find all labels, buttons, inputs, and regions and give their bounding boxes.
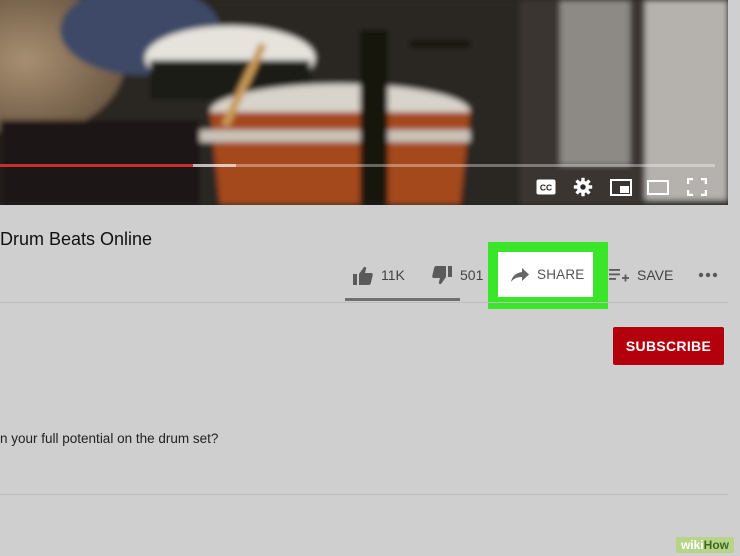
like-dislike-ratio-bar xyxy=(345,298,460,301)
video-player[interactable]: CC xyxy=(0,0,728,205)
progress-bar[interactable] xyxy=(0,164,715,167)
share-label: SHARE xyxy=(537,267,585,282)
like-button[interactable]: 11K xyxy=(353,262,405,288)
svg-text:CC: CC xyxy=(540,183,552,193)
save-button[interactable]: SAVE xyxy=(609,262,673,288)
playlist-add-icon xyxy=(609,269,629,282)
dislike-count: 501 xyxy=(460,267,484,283)
fullscreen-icon[interactable] xyxy=(685,175,709,199)
more-horizontal-icon xyxy=(698,272,718,278)
like-count: 11K xyxy=(381,267,405,283)
dislike-button[interactable]: 501 xyxy=(432,262,483,288)
captions-icon[interactable]: CC xyxy=(534,175,558,199)
description-divider xyxy=(0,494,728,495)
save-label: SAVE xyxy=(637,267,674,283)
thumbs-down-icon xyxy=(432,265,452,284)
section-divider xyxy=(0,302,728,303)
thumbs-up-icon xyxy=(353,266,373,285)
share-arrow-icon xyxy=(511,267,529,282)
wikihow-logo: wikiHow xyxy=(675,537,734,553)
video-description: n your full potential on the drum set? xyxy=(0,431,219,446)
settings-gear-icon[interactable] xyxy=(571,175,595,199)
played-bar xyxy=(0,164,193,167)
video-title: Drum Beats Online xyxy=(0,229,153,249)
subscribe-button[interactable]: SUBSCRIBE xyxy=(613,327,724,365)
miniplayer-icon[interactable] xyxy=(609,175,633,199)
more-actions-button[interactable] xyxy=(698,262,718,288)
share-button[interactable]: SHARE xyxy=(498,252,593,297)
theater-mode-icon[interactable] xyxy=(646,175,670,199)
